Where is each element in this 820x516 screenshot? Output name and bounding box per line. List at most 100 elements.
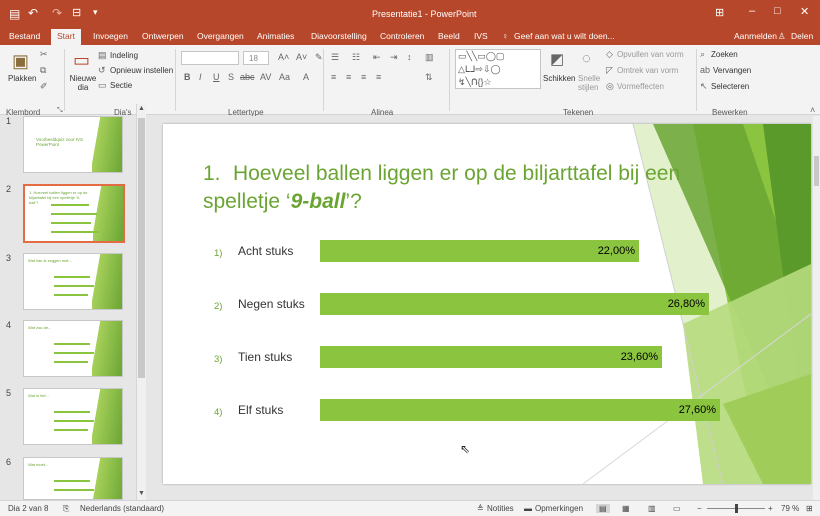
decrease-indent-icon[interactable]: ⇤ xyxy=(373,52,381,63)
tellme-input[interactable]: Geef aan wat u wilt doen... xyxy=(514,31,615,41)
spellcheck-icon[interactable]: ⎘ xyxy=(63,504,69,514)
redo-icon[interactable]: ↷ xyxy=(52,6,62,20)
replace-icon[interactable]: ab xyxy=(700,65,710,75)
cut-icon[interactable]: ✂ xyxy=(40,49,48,60)
strikethrough-icon[interactable]: abc xyxy=(240,72,255,82)
line-spacing-icon[interactable]: ↕ xyxy=(407,52,412,62)
font-color-icon[interactable]: A xyxy=(303,72,309,82)
notes-button[interactable]: Notities xyxy=(487,504,514,513)
underline-icon[interactable]: U xyxy=(213,72,220,82)
slide-title[interactable]: 1. Hoeveel ballen liggen er op de biljart… xyxy=(203,160,683,216)
tab-invoegen[interactable]: Invoegen xyxy=(93,31,128,41)
italic-icon[interactable]: I xyxy=(199,72,202,82)
find-button[interactable]: Zoeken xyxy=(711,50,738,59)
option-label[interactable]: Elf stuks xyxy=(238,403,283,417)
bold-icon[interactable]: B xyxy=(184,72,191,82)
replace-button[interactable]: Vervangen xyxy=(713,66,751,75)
section-icon[interactable]: ▭ xyxy=(98,80,107,91)
tab-bestand[interactable]: Bestand xyxy=(9,31,40,41)
char-spacing-icon[interactable]: AV xyxy=(260,72,271,82)
tab-controleren[interactable]: Controleren xyxy=(380,31,424,41)
share-icon[interactable]: ♙ xyxy=(778,31,786,42)
slide-thumbnail-6[interactable]: Wat moet... xyxy=(23,457,123,500)
option-label[interactable]: Tien stuks xyxy=(238,350,292,364)
scrollbar-thumb[interactable] xyxy=(814,156,819,186)
layout-button[interactable]: Indeling xyxy=(110,51,138,60)
shadow-icon[interactable]: S xyxy=(228,72,234,82)
shape-effects-icon[interactable]: ◎ xyxy=(606,81,614,92)
comments-icon[interactable]: ▬ xyxy=(524,504,532,513)
normal-view-icon[interactable]: ▤ xyxy=(596,504,610,513)
quick-styles-icon[interactable]: ◌ xyxy=(582,50,591,67)
bullets-icon[interactable]: ☰ xyxy=(331,52,339,63)
presentation-start-icon[interactable]: ⊟ xyxy=(72,6,81,19)
align-left-icon[interactable]: ≡ xyxy=(331,72,336,82)
tab-start[interactable]: Start xyxy=(51,29,81,45)
zoom-slider-thumb[interactable] xyxy=(735,504,738,513)
new-slide-icon[interactable]: ▭ xyxy=(73,50,90,71)
columns-icon[interactable]: ▥ xyxy=(425,52,434,63)
collapse-ribbon-icon[interactable]: ˄ xyxy=(810,105,815,115)
scroll-up-icon[interactable]: ▲ xyxy=(138,105,145,112)
option-label[interactable]: Negen stuks xyxy=(238,297,305,311)
justify-icon[interactable]: ≡ xyxy=(376,72,381,82)
shape-fill-button[interactable]: Opvullen van vorm xyxy=(617,50,684,59)
reset-icon[interactable]: ↺ xyxy=(98,65,106,76)
share-button[interactable]: Delen xyxy=(791,31,813,41)
close-icon[interactable]: ✕ xyxy=(800,5,809,18)
format-painter-icon[interactable]: ✐ xyxy=(40,81,48,92)
minimize-icon[interactable]: – xyxy=(749,5,755,17)
tab-beeld[interactable]: Beeld xyxy=(438,31,460,41)
font-name-dropdown[interactable] xyxy=(181,51,239,65)
slide-thumbnail-4[interactable]: Wat zou de... xyxy=(23,320,123,377)
paste-icon[interactable]: ▣ xyxy=(12,51,29,72)
slide-scrollbar[interactable] xyxy=(813,116,820,500)
shape-outline-icon[interactable]: ◸ xyxy=(606,65,613,76)
align-right-icon[interactable]: ≡ xyxy=(361,72,366,82)
arrange-icon[interactable]: ◩ xyxy=(550,50,564,68)
save-icon[interactable]: ▤ xyxy=(9,7,20,21)
slide-thumbnail-5[interactable]: Wat is het... xyxy=(23,388,123,445)
quick-styles-button[interactable]: Snelle stijlen xyxy=(578,74,606,92)
grow-font-icon[interactable]: A˄ xyxy=(278,52,289,62)
find-icon[interactable]: ⌕ xyxy=(700,49,705,60)
maximize-icon[interactable]: □ xyxy=(774,5,781,17)
shapes-gallery[interactable]: ▭╲╲▭◯▢ △ᒪᒧ⇨⇩◯ ↯╲ᑎ{}☆ xyxy=(455,49,541,89)
language-indicator[interactable]: Nederlands (standaard) xyxy=(80,504,164,513)
align-center-icon[interactable]: ≡ xyxy=(346,72,351,82)
shape-outline-button[interactable]: Omtrek van vorm xyxy=(617,66,678,75)
slide-thumbnail-1[interactable]: Voorbeeldquiz voor IVS PowerPoint xyxy=(23,116,123,173)
select-button[interactable]: Selecteren xyxy=(711,82,749,91)
slide-thumbnail-3[interactable]: Wat kan ik zeggen met... xyxy=(23,253,123,310)
section-button[interactable]: Sectie xyxy=(110,81,132,90)
shrink-font-icon[interactable]: A˅ xyxy=(296,52,307,62)
select-icon[interactable]: ↖ xyxy=(700,81,708,92)
arrange-button[interactable]: Schikken xyxy=(543,74,575,83)
shape-effects-button[interactable]: Vormeffecten xyxy=(617,82,664,91)
scroll-down-icon[interactable]: ▼ xyxy=(138,490,145,497)
ribbon-display-icon[interactable]: ⊞ xyxy=(715,6,724,19)
layout-icon[interactable]: ▤ xyxy=(98,50,107,61)
increase-indent-icon[interactable]: ⇥ xyxy=(390,52,398,63)
copy-icon[interactable]: ⧉ xyxy=(40,65,46,76)
new-slide-button[interactable]: Nieuwe dia xyxy=(67,74,99,92)
tab-ivs[interactable]: IVS xyxy=(474,31,488,41)
font-size-dropdown[interactable]: 18 xyxy=(243,51,269,65)
signin-link[interactable]: Aanmelden xyxy=(734,31,777,41)
shape-fill-icon[interactable]: ◇ xyxy=(606,49,613,60)
text-direction-icon[interactable]: ⇅ xyxy=(425,72,433,83)
zoom-out-icon[interactable]: − xyxy=(697,504,702,513)
qat-dropdown-icon[interactable]: ▾ xyxy=(93,7,98,18)
zoom-level[interactable]: 79 % xyxy=(781,504,799,513)
thumbnail-scrollbar[interactable]: ▲ ▼ xyxy=(136,104,146,500)
slide-thumbnail-2[interactable]: 1. Hoeveel ballen liggen er op de biljar… xyxy=(23,184,125,243)
fit-to-window-icon[interactable]: ⊞ xyxy=(806,504,813,513)
undo-icon[interactable]: ↶ xyxy=(28,6,38,20)
option-label[interactable]: Acht stuks xyxy=(238,244,293,258)
reset-button[interactable]: Opnieuw instellen xyxy=(110,66,173,75)
reading-view-icon[interactable]: ▥ xyxy=(648,504,656,513)
clear-format-icon[interactable]: ✎ xyxy=(315,52,323,63)
slide[interactable]: 1. Hoeveel ballen liggen er op de biljart… xyxy=(163,124,811,484)
scrollbar-thumb[interactable] xyxy=(138,118,145,378)
numbering-icon[interactable]: ☷ xyxy=(352,52,360,63)
